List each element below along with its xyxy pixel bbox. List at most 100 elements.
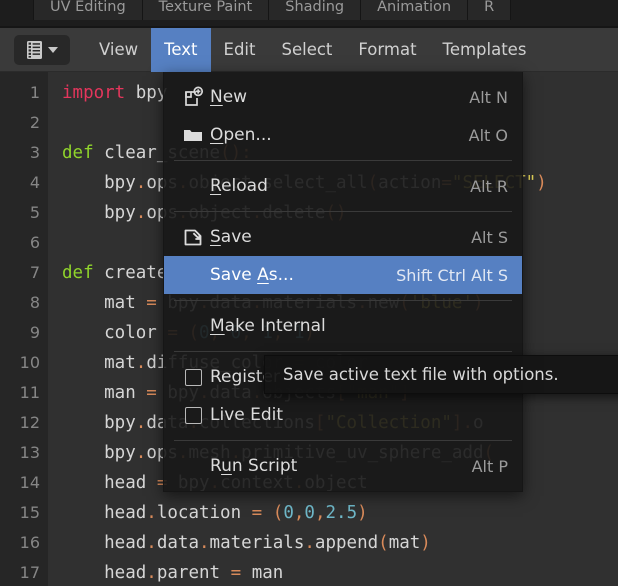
code-token: ,: [293, 503, 305, 523]
menu-item-make-internal[interactable]: Make Internal: [164, 307, 522, 345]
code-token: def: [62, 263, 105, 283]
code-token: def: [62, 143, 105, 163]
workspace-tab-bar: UV Editing Texture Paint Shading Animati…: [0, 0, 618, 28]
code-token: data: [156, 533, 199, 553]
menu-view[interactable]: View: [86, 28, 151, 72]
menu-item-shortcut: Shift Ctrl Alt S: [396, 265, 508, 285]
code-token: ): [357, 503, 368, 523]
code-token: .: [146, 503, 157, 523]
line-number: 12: [19, 413, 40, 432]
line-number: 13: [19, 443, 40, 462]
code-token: bpy: [62, 413, 136, 433]
checkbox-live-edit[interactable]: [184, 406, 202, 424]
line-number: 4: [29, 173, 40, 192]
code-token: append: [314, 533, 379, 553]
menu-item-icon-slot: [176, 262, 210, 288]
text-editor-icon: [26, 40, 44, 60]
menu-item-open[interactable]: Open... Alt O: [164, 116, 522, 154]
code-line-text: import bpy: [62, 78, 167, 108]
code-token: (: [378, 533, 389, 553]
code-token: .: [146, 533, 157, 553]
code-token: mat: [62, 353, 136, 373]
code-token: .: [135, 203, 147, 223]
code-token: head: [62, 473, 157, 493]
menu-separator: [174, 351, 512, 352]
menu-select[interactable]: Select: [268, 28, 345, 72]
code-token: head: [62, 533, 147, 553]
code-token: .: [146, 563, 157, 583]
editor-type-selector[interactable]: [14, 34, 70, 65]
code-token: location: [156, 503, 252, 523]
code-token: head: [62, 563, 147, 583]
code-token: ): [536, 173, 547, 193]
code-token: man: [241, 563, 284, 583]
menu-item-label: Save As...: [210, 265, 294, 285]
menu-item-new[interactable]: New Alt N: [164, 78, 522, 116]
menu-item-run-script[interactable]: Run Script Alt P: [164, 447, 522, 485]
menu-item-live-edit[interactable]: Live Edit: [164, 396, 522, 434]
text-editor-header: View Text Edit Select Format Templates: [0, 27, 618, 72]
menu-text[interactable]: Text: [151, 27, 211, 72]
code-line-text: head.parent = man: [62, 558, 283, 586]
menu-item-shortcut: Alt R: [470, 176, 508, 196]
code-token: 0: [283, 503, 294, 523]
code-token: parent: [156, 563, 231, 583]
menu-separator: [174, 440, 512, 441]
line-number: 16: [19, 533, 40, 552]
line-number: 5: [29, 203, 40, 222]
folder-open-icon: [176, 122, 210, 148]
workspace-tab-texture-paint[interactable]: Texture Paint: [142, 0, 270, 20]
menu-item-icon-slot: [176, 313, 210, 339]
menu-format[interactable]: Format: [345, 28, 429, 72]
menu-edit[interactable]: Edit: [211, 28, 269, 72]
code-token: .: [304, 533, 315, 553]
menu-item-save[interactable]: Save Alt S: [164, 218, 522, 256]
code-line-text: head.data.materials.append(mat): [62, 528, 431, 558]
code-line: 15 head.location = (0,0,2.5): [0, 498, 618, 528]
menu-item-label: Make Internal: [210, 316, 326, 336]
code-token: .: [199, 533, 210, 553]
workspace-tab-uv-editing[interactable]: UV Editing: [33, 0, 143, 20]
line-number: 7: [29, 263, 40, 282]
code-line-text: head.location = (0,0,2.5): [62, 498, 368, 528]
code-token: ,: [314, 503, 326, 523]
code-token: .: [135, 443, 147, 463]
tooltip-text: Save active text file with options.: [283, 365, 559, 384]
line-number: 1: [29, 83, 40, 102]
line-number: 8: [29, 293, 40, 312]
new-file-icon: [176, 84, 210, 110]
code-token: man: [62, 383, 147, 403]
workspace-tab-shading[interactable]: Shading: [269, 0, 362, 20]
text-menu-dropdown[interactable]: New Alt N Open... Alt O Reload Alt R Save Alt S…: [163, 72, 523, 492]
menu-separator: [174, 300, 512, 301]
menu-separator: [174, 160, 512, 161]
code-line: 17 head.parent = man: [0, 558, 618, 586]
menu-item-label: New: [210, 87, 248, 107]
workspace-tab-rendering[interactable]: R: [468, 0, 512, 20]
code-token: bpy: [62, 443, 136, 463]
menu-item-icon-slot: [176, 173, 210, 199]
code-token: 0: [304, 503, 315, 523]
menu-item-reload[interactable]: Reload Alt R: [164, 167, 522, 205]
checkbox-register[interactable]: [184, 368, 202, 386]
tooltip: Save active text file with options.: [264, 355, 618, 394]
code-line: 16 head.data.materials.append(mat): [0, 528, 618, 558]
menu-item-shortcut: Alt P: [471, 456, 508, 476]
line-number: 9: [29, 323, 40, 342]
code-token: import: [62, 83, 136, 103]
menu-item-save-as[interactable]: Save As... Shift Ctrl Alt S: [164, 256, 522, 294]
code-token: .: [135, 173, 147, 193]
menu-item-icon-slot: [176, 453, 210, 479]
code-token: head: [62, 503, 147, 523]
code-token: materials: [209, 533, 305, 553]
menu-item-checkbox-slot: [176, 364, 210, 390]
code-token: mat: [62, 293, 147, 313]
line-number: 14: [19, 473, 40, 492]
line-number: 2: [29, 113, 40, 132]
code-token: .: [135, 353, 147, 373]
menu-templates[interactable]: Templates: [430, 28, 540, 72]
code-token: color: [62, 323, 168, 343]
code-token: =: [251, 503, 263, 523]
workspace-tab-animation[interactable]: Animation: [361, 0, 469, 20]
